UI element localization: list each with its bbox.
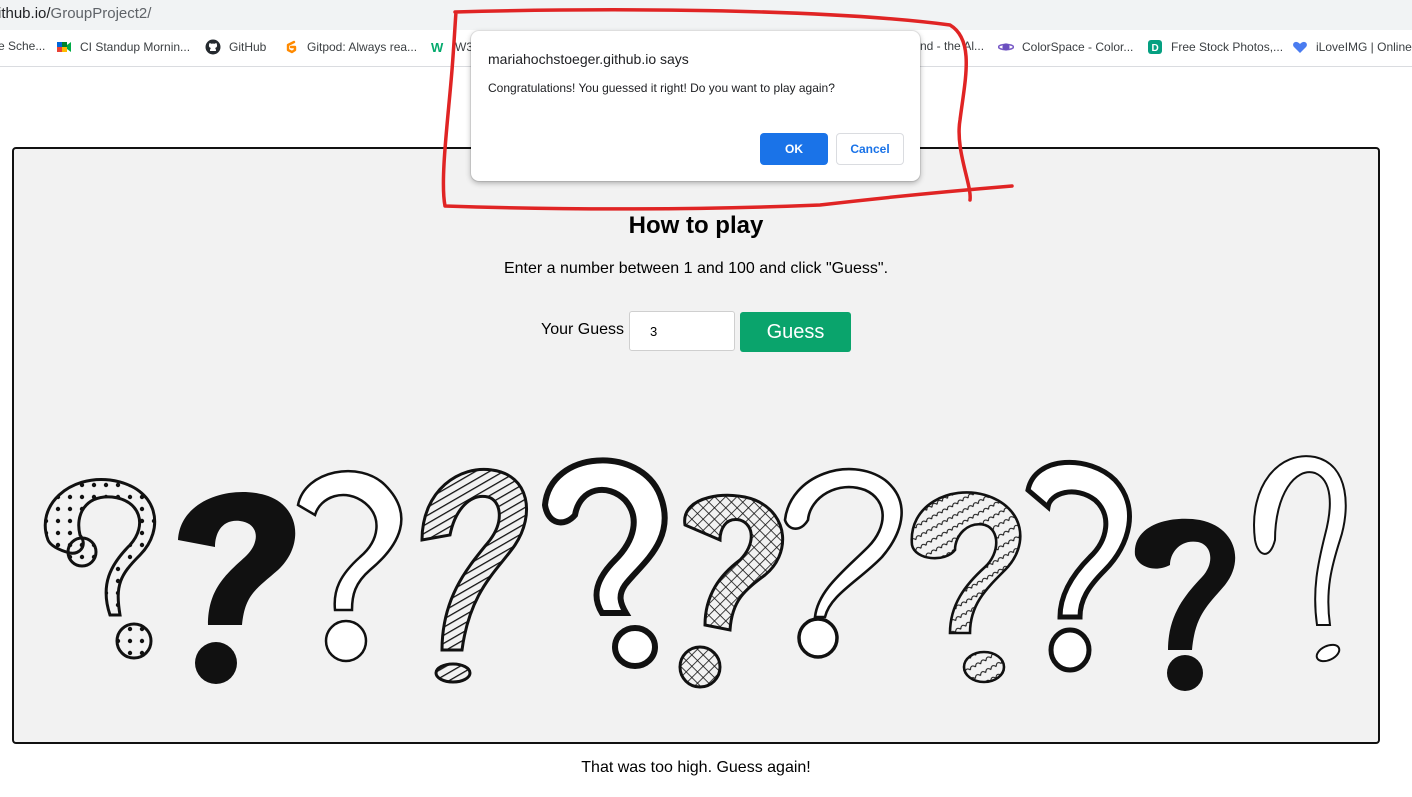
guess-button[interactable]: Guess [740,312,851,352]
svg-text:D: D [1152,43,1159,54]
bookmark-label: CI Standup Mornin... [80,40,191,54]
address-bar[interactable]: ithub.io/GroupProject2/ [0,0,1412,30]
question-marks-illustration [43,455,1347,691]
page-title: How to play [628,212,764,239]
url-path: GroupProject2/ [50,5,152,22]
bookmark-label: iLoveIMG | Online-... [1316,40,1412,54]
bookmark-free-stock[interactable]: D Free Stock Photos,... [1147,39,1283,55]
bookmark-label: ColorSpace - Color... [1022,40,1134,54]
url-host: ithub.io/ [0,5,51,22]
colorspace-icon [998,39,1014,55]
question-mark-graphic [1025,459,1132,673]
svg-text:W: W [431,40,444,55]
bookmark-ilovemg[interactable]: iLoveIMG | Online-... [1292,39,1412,55]
question-mark-graphic [296,470,403,663]
question-mark-graphic [43,477,157,660]
question-mark-graphic [541,457,668,669]
bookmark-w3[interactable]: W W3 [431,39,473,55]
bookmark-label: e Sche... [0,39,46,53]
alert-dialog: mariahochstoeger.github.io says Congratu… [471,31,920,181]
stock-photos-icon: D [1147,39,1163,55]
cancel-button[interactable]: Cancel [836,133,904,165]
ilovemg-icon [1292,39,1308,55]
question-mark-graphic [783,467,903,659]
question-mark-graphic [1253,455,1347,663]
guess-input[interactable] [629,311,735,351]
bookmark-ci-standup[interactable]: CI Standup Mornin... [56,39,190,55]
github-icon [205,39,221,55]
bookmark-label: GitHub [229,40,267,54]
bookmark-label: Free Stock Photos,... [1171,40,1284,54]
w3-icon: W [431,39,447,55]
question-mark-graphic [178,492,296,684]
bookmark-schedule[interactable]: e Sche... [0,39,45,53]
url-text[interactable]: ithub.io/GroupProject2/ [0,5,151,22]
bookmark-label: Gitpod: Always rea... [307,40,418,54]
bookmark-gitpod[interactable]: Gitpod: Always rea... [283,39,417,55]
bookmark-colorspace[interactable]: ColorSpace - Color... [998,39,1133,55]
bookmark-github[interactable]: GitHub [205,39,266,55]
guess-label: Your Guess [541,321,625,338]
bookmark-label: nd - the Al... [920,39,985,53]
feedback-text: That was too high. Guess again! [581,759,811,776]
meet-icon [56,39,72,55]
ok-button[interactable]: OK [760,133,828,165]
question-mark-graphic [1134,518,1236,691]
gitpod-icon [283,39,299,55]
instructions-text: Enter a number between 1 and 100 and cli… [503,260,889,277]
dialog-message: Congratulations! You guessed it right! D… [488,81,835,95]
question-mark-graphic [420,467,529,684]
question-mark-graphic [910,491,1022,684]
question-mark-graphic [678,493,785,689]
bookmark-partial[interactable]: nd - the Al... [920,39,984,53]
dialog-title: mariahochstoeger.github.io says [488,51,689,67]
